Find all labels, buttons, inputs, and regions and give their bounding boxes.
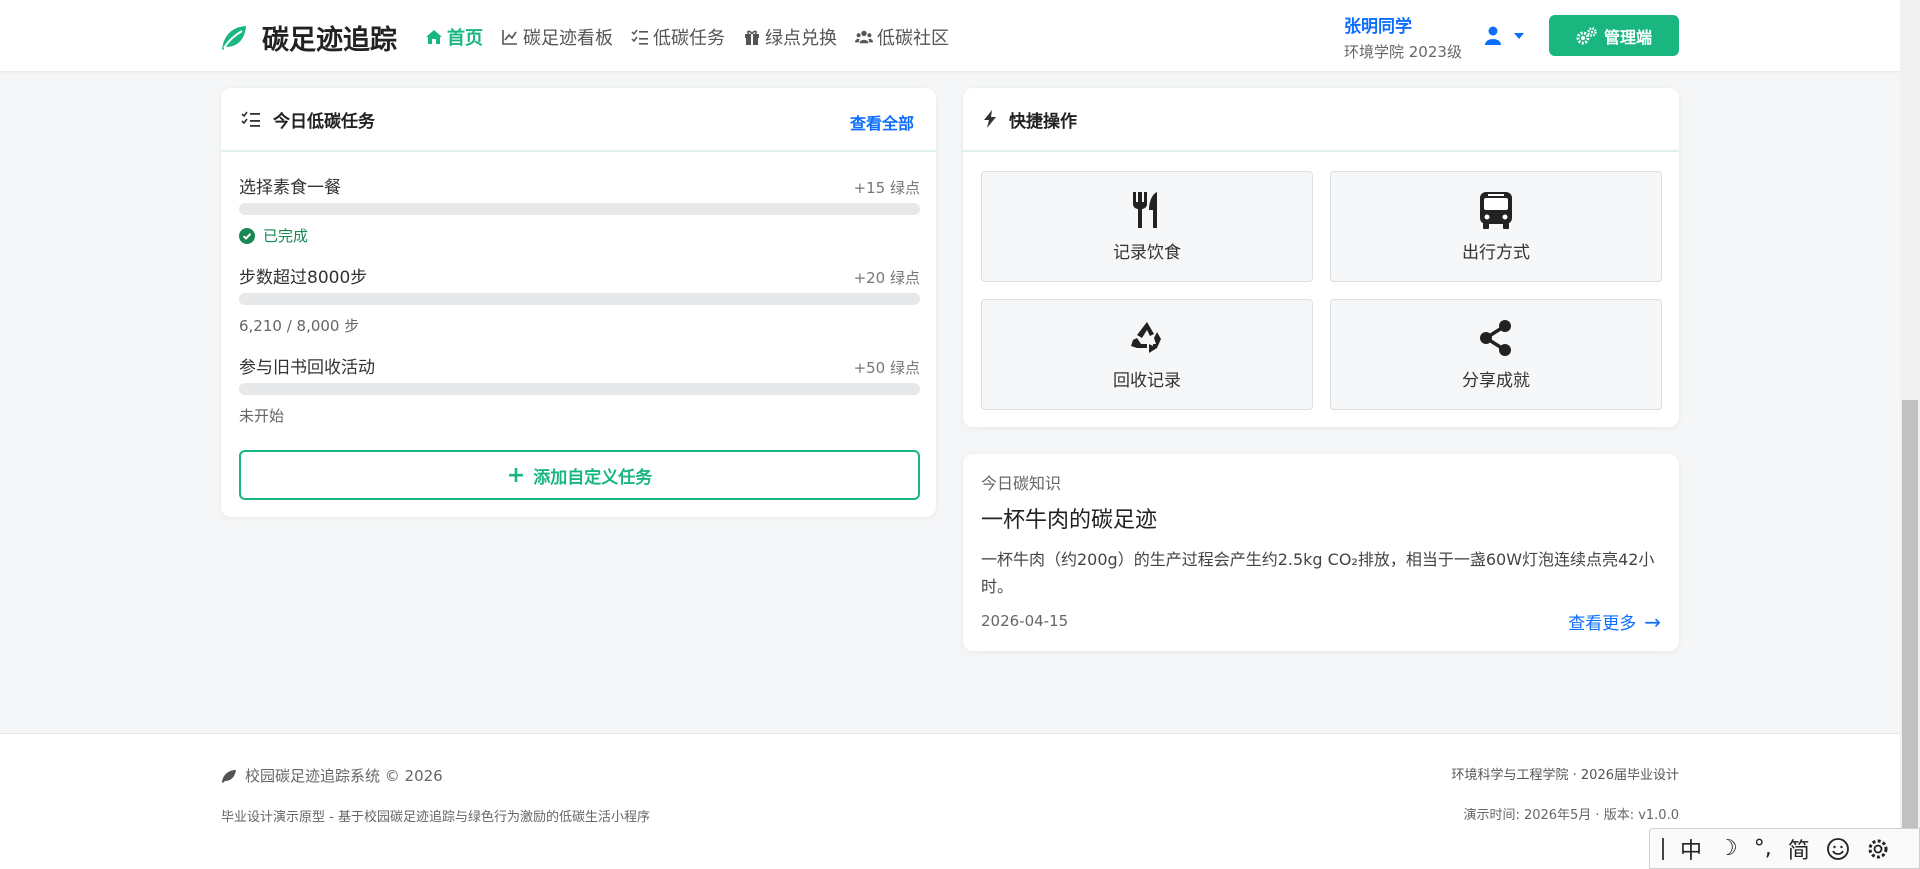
quick-actions-card: 快捷操作 记录饮食 出行方式 回收记录 分享成就 [963,88,1679,427]
settings-gear-icon[interactable] [1866,837,1890,861]
leaf-logo-icon [222,25,246,50]
users-icon [855,30,873,44]
ime-script-toggle[interactable]: 简 [1788,833,1810,865]
quick-action-label: 分享成就 [1462,371,1530,391]
chart-line-icon [502,30,517,45]
bolt-icon [984,110,996,128]
quick-action-label: 出行方式 [1462,243,1530,263]
leaf-icon [222,769,236,783]
footer-copyright-text: 校园碳足迹追踪系统 © 2026 [245,767,443,785]
knowledge-body: 一杯牛肉（约200g）的生产过程会产生约2.5kg CO₂排放，相当于一盏60W… [981,550,1655,596]
footer-school: 环境科学与工程学院 · 2026届毕业设计 [1451,768,1679,783]
recycle-icon [1131,322,1161,353]
brand-name: 碳足迹追踪 [262,25,397,56]
bus-icon [1480,192,1512,229]
brand[interactable]: 碳足迹追踪 [218,18,397,57]
knowledge-date: 2026-04-15 [981,612,1069,630]
nav-dashboard-label: 碳足迹看板 [523,28,613,49]
share-icon [1480,320,1511,356]
user-menu-toggle[interactable] [1484,26,1524,46]
scrollbar-thumb[interactable] [1902,400,1918,830]
nav-home[interactable]: 首页 [425,24,483,50]
page-scrollbar[interactable] [1900,0,1920,869]
nav-redeem-label: 绿点兑换 [765,28,837,49]
task-name: 参与旧书回收活动 [239,358,375,378]
task-item[interactable]: 选择素食一餐 +15 绿点 已完成 [239,173,920,245]
nav-dashboard[interactable]: 碳足迹看板 [501,24,613,50]
top-navbar: 碳足迹追踪 首页 碳足迹看板 低碳任务 绿点兑换 低碳社区 张明同学 环境学院 … [0,0,1900,72]
add-custom-task-button[interactable]: + 添加自定义任务 [239,450,920,500]
check-circle-icon [239,227,255,244]
task-name: 步数超过8000步 [239,268,368,288]
footer-version: 演示时间: 2026年5月 · 版本: v1.0.0 [1463,808,1679,823]
quick-action-label: 记录饮食 [1113,243,1181,263]
arrow-right-icon: → [1644,609,1661,634]
add-custom-task-label: 添加自定义任务 [533,467,653,488]
caret-down-icon [1514,33,1524,39]
nav-redeem[interactable]: 绿点兑换 [743,24,837,50]
task-points: +50 绿点 [853,359,920,377]
task-status-text: 已完成 [263,227,309,245]
quick-action-recycle[interactable]: 回收记录 [981,299,1313,410]
view-more-link[interactable]: 查看更多 → [1568,609,1661,635]
plus-icon: + [506,462,526,488]
task-status-text: 未开始 [239,407,285,425]
tasks-card-title: 今日低碳任务 [273,111,375,132]
task-progress-bar [239,203,920,215]
task-status: 已完成 [239,225,308,246]
view-more-label: 查看更多 [1568,614,1637,634]
checklist-icon [241,111,260,127]
footer: 校园碳足迹追踪系统 © 2026 毕业设计演示原型 - 基于校园碳足迹追踪与绿色… [0,733,1900,869]
gears-icon [1576,26,1597,44]
knowledge-title: 一杯牛肉的碳足迹 [981,508,1158,533]
admin-button-label: 管理端 [1603,27,1652,47]
daily-knowledge-card: 今日碳知识 一杯牛肉的碳足迹 一杯牛肉（约200g）的生产过程会产生约2.5kg… [963,454,1679,651]
knowledge-tag: 今日碳知识 [981,474,1062,493]
admin-button[interactable]: 管理端 [1549,15,1679,56]
task-item[interactable]: 步数超过8000步 +20 绿点 6,210 / 8,000 步 [239,263,920,335]
task-status-text: 6,210 / 8,000 步 [239,317,360,335]
home-icon [426,30,442,44]
quick-action-label: 回收记录 [1113,371,1181,391]
user-subtitle: 环境学院 2023级 [1344,43,1462,61]
task-progress-bar [239,293,920,305]
ime-punctuation-toggle[interactable]: °, [1754,836,1772,861]
quick-card-title: 快捷操作 [1009,111,1077,132]
task-item[interactable]: 参与旧书回收活动 +50 绿点 未开始 [239,353,920,425]
gift-icon [745,30,759,45]
view-all-link[interactable]: 查看全部 [850,110,914,134]
nav-tasks[interactable]: 低碳任务 [631,24,725,50]
footer-copyright: 校园碳足迹追踪系统 © 2026 [221,765,443,786]
nav-community-label: 低碳社区 [877,28,949,49]
main-nav: 首页 碳足迹看板 低碳任务 绿点兑换 低碳社区 [425,24,949,50]
ime-grip-handle[interactable] [1662,837,1664,860]
ime-moon-icon[interactable]: ☽ [1718,836,1738,861]
task-status: 6,210 / 8,000 步 [239,315,359,336]
user-name[interactable]: 张明同学 [1344,12,1412,37]
ime-toolbar: 中 ☽ °, 简 [1649,828,1920,869]
checklist-icon [631,29,648,45]
task-progress-bar [239,383,920,395]
task-name: 选择素食一餐 [239,178,341,198]
task-status: 未开始 [239,405,284,426]
nav-home-label: 首页 [447,28,483,49]
task-points: +15 绿点 [853,179,920,197]
emoji-icon[interactable] [1826,837,1850,861]
quick-action-share[interactable]: 分享成就 [1330,299,1662,410]
footer-description: 毕业设计演示原型 - 基于校园碳足迹追踪与绿色行为激励的低碳生活小程序 [221,810,650,825]
quick-action-diet[interactable]: 记录饮食 [981,171,1313,282]
quick-card-header: 快捷操作 [963,88,1679,152]
quick-action-transport[interactable]: 出行方式 [1330,171,1662,282]
utensils-icon [1133,192,1157,228]
tasks-card-header: 今日低碳任务 查看全部 [221,88,936,152]
nav-tasks-label: 低碳任务 [653,28,725,49]
nav-community[interactable]: 低碳社区 [855,24,949,50]
daily-tasks-card: 今日低碳任务 查看全部 选择素食一餐 +15 绿点 已完成 步数超过8000步 … [221,88,936,517]
user-icon [1485,26,1501,45]
task-points: +20 绿点 [853,269,920,287]
ime-mode-toggle[interactable]: 中 [1680,833,1702,865]
